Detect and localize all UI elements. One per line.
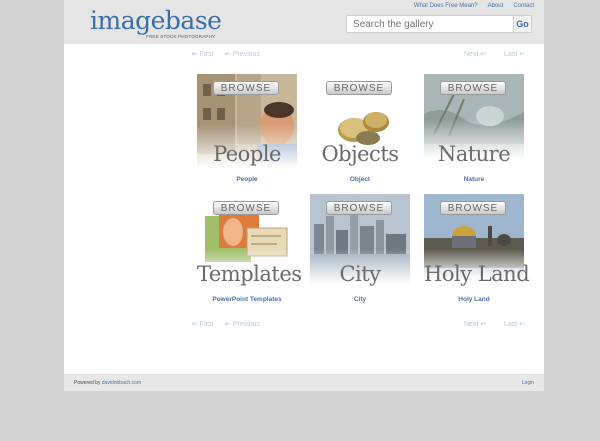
powered-by: Powered by davidnbbach.com (74, 380, 141, 386)
tile-title: People (213, 142, 281, 166)
pager-last[interactable]: Last ↩ (504, 50, 525, 58)
pager-last[interactable]: Last ↩ (504, 320, 525, 328)
link-what-does-free-mean[interactable]: What Does Free Mean? (414, 3, 478, 9)
tile-city[interactable]: BROWSE City City (310, 194, 410, 303)
link-contact[interactable]: Contact (513, 3, 534, 9)
powered-by-link[interactable]: davidnbbach.com (102, 380, 141, 386)
tile-people[interactable]: BROWSE People People (197, 74, 297, 183)
tile-title: Templates (197, 262, 302, 286)
pager-next[interactable]: Next ↩ (464, 320, 486, 328)
page-container: imagebase FREE STOCK PHOTOGRAPHY What Do… (64, 0, 544, 391)
link-about[interactable]: About (488, 3, 504, 9)
browse-button[interactable]: BROWSE (213, 201, 279, 215)
browse-button[interactable]: BROWSE (326, 81, 392, 95)
browse-button[interactable]: BROWSE (440, 201, 506, 215)
browse-button[interactable]: BROWSE (326, 201, 392, 215)
pager-previous[interactable]: ⇤ Previous (225, 50, 260, 58)
search-bar: Go (346, 15, 534, 35)
footer: Powered by davidnbbach.com Login (64, 374, 544, 391)
top-links: What Does Free Mean? About Contact (414, 3, 534, 9)
tile-caption-link[interactable]: Nature (394, 176, 554, 183)
tile-title: Objects (321, 142, 399, 166)
pager-top: ⇤ First ⇤ Previous Next ↩ Last ↩ (192, 50, 528, 62)
tile-objects[interactable]: BROWSE Objects Object (310, 74, 410, 183)
tile-holy-land[interactable]: BROWSE Holy Land Holy Land (424, 194, 530, 303)
tile-templates[interactable]: BROWSE Templates PowerPoint Templates (197, 194, 302, 303)
search-input[interactable] (346, 15, 514, 33)
tile-title: City (339, 262, 381, 286)
pager-previous[interactable]: ⇤ Previous (225, 320, 260, 328)
browse-button[interactable]: BROWSE (440, 81, 506, 95)
pager-next[interactable]: Next ↩ (464, 50, 486, 58)
header: imagebase FREE STOCK PHOTOGRAPHY What Do… (64, 0, 544, 44)
login-link[interactable]: Login (522, 380, 534, 386)
pager-first[interactable]: ⇤ First (192, 50, 213, 58)
tile-caption-link[interactable]: Holy Land (394, 296, 554, 303)
logo-text: imagebase (90, 6, 222, 35)
logo-tagline: FREE STOCK PHOTOGRAPHY (146, 34, 216, 39)
pager-first[interactable]: ⇤ First (192, 320, 213, 328)
tile-title: Nature (437, 142, 511, 166)
tile-nature[interactable]: BROWSE Nature Nature (424, 74, 524, 183)
pager-bottom: ⇤ First ⇤ Previous Next ↩ Last ↩ (192, 320, 528, 332)
tile-title: Holy Land (424, 262, 530, 286)
search-go-button[interactable]: Go (514, 15, 532, 33)
site-logo[interactable]: imagebase FREE STOCK PHOTOGRAPHY (90, 6, 222, 40)
browse-button[interactable]: BROWSE (213, 81, 279, 95)
powered-by-label: Powered by (74, 380, 101, 386)
